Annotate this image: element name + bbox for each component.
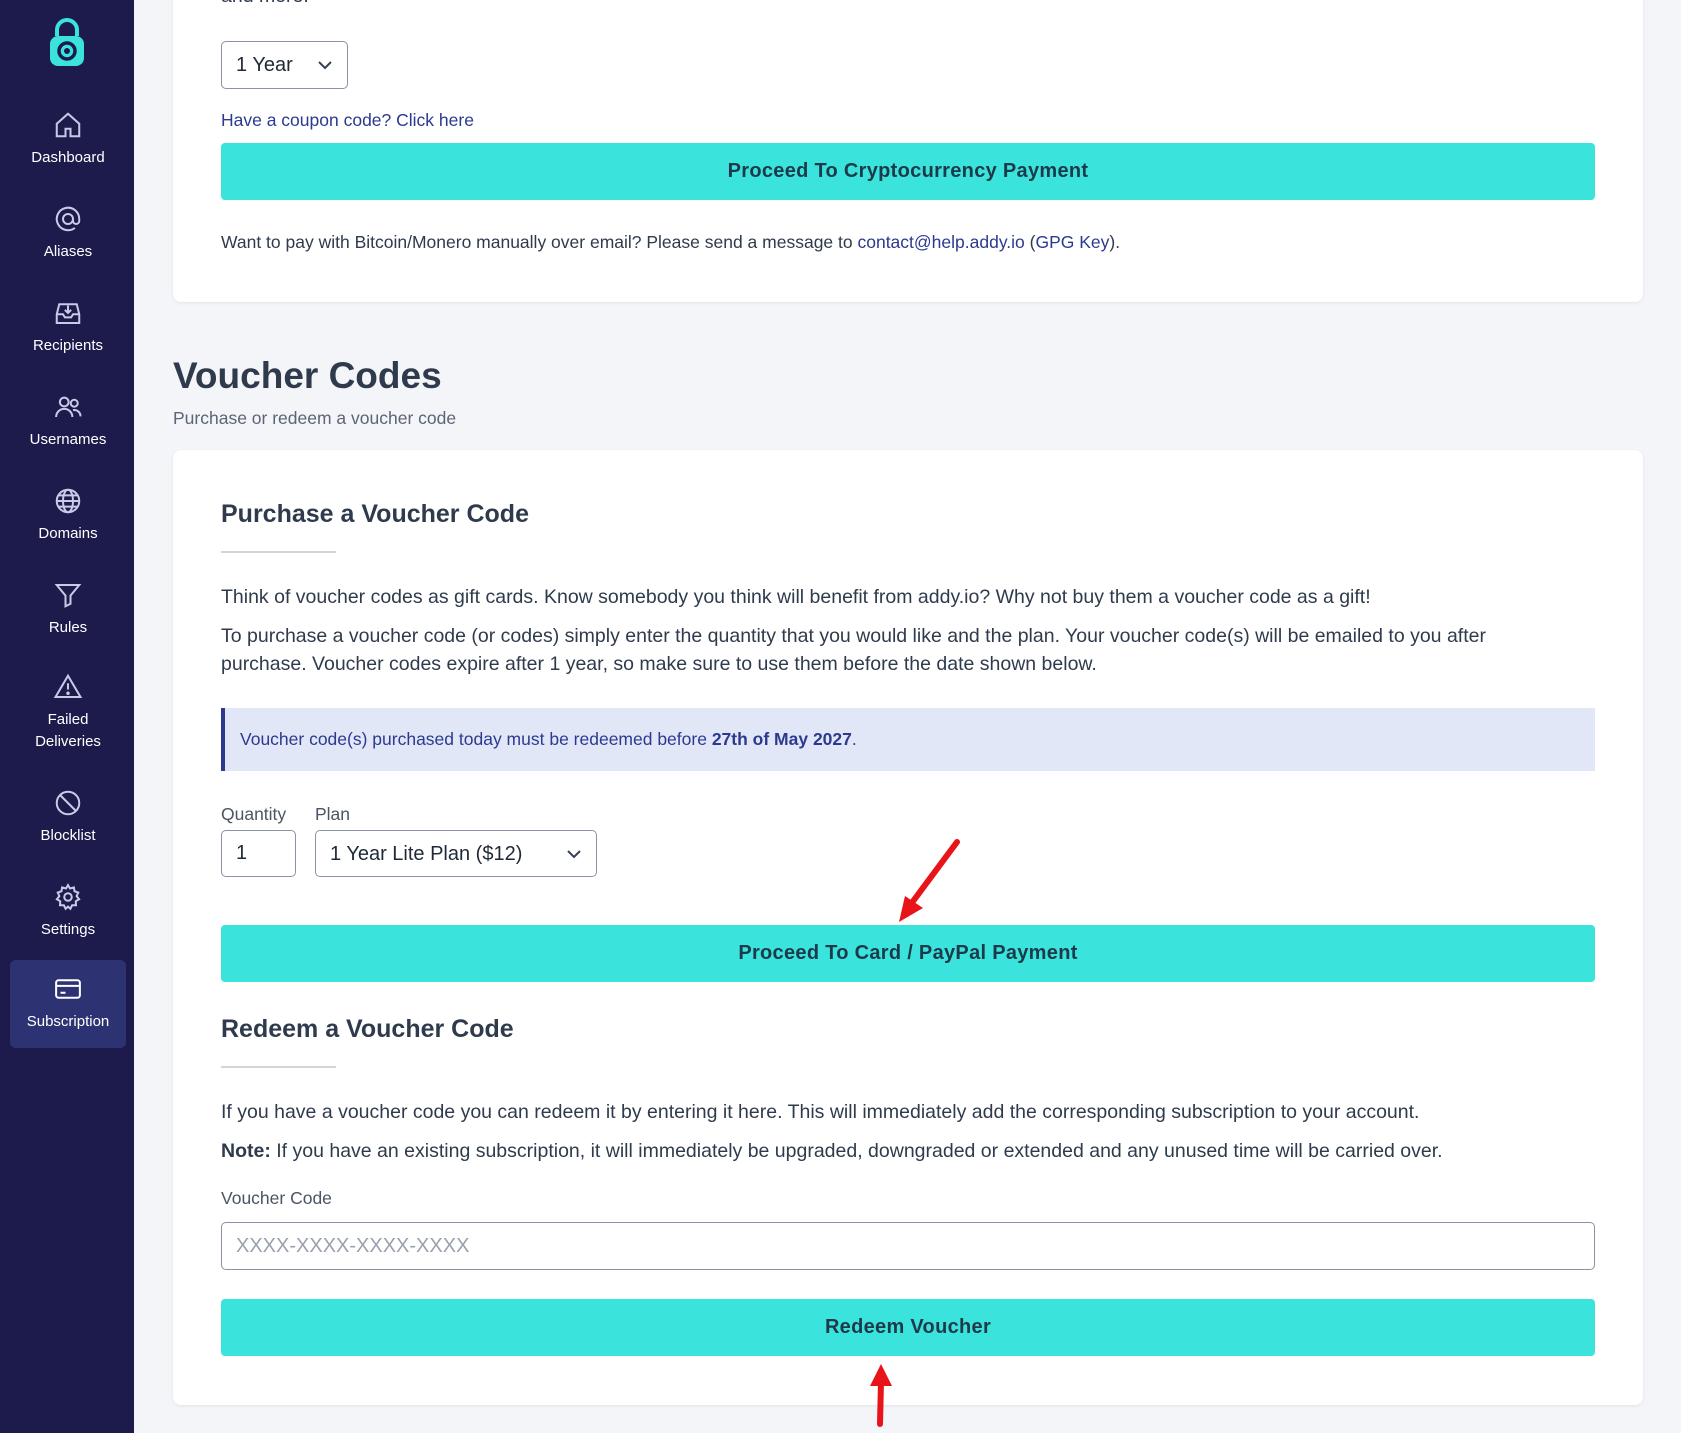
redeem-intro: If you have a voucher code you can redee… <box>221 1101 1420 1123</box>
quantity-input[interactable] <box>221 830 296 877</box>
sidebar-item-label: Subscription <box>26 1013 110 1030</box>
sidebar-item-label: Aliases <box>43 243 93 260</box>
chevron-down-icon <box>318 61 332 70</box>
note-text: If you have an existing subscription, it… <box>270 1140 1443 1162</box>
voucher-code-input[interactable] <box>221 1222 1595 1270</box>
gear-icon <box>55 883 81 911</box>
sidebar-item-label: Usernames <box>29 431 107 448</box>
users-icon <box>55 396 82 418</box>
sidebar-item-recipients[interactable]: Recipients <box>10 288 126 374</box>
paren-open: ( <box>1024 232 1036 252</box>
manual-payment-note: Want to pay with Bitcoin/Monero manually… <box>221 232 1120 253</box>
annotation-arrow-icon <box>870 1364 892 1427</box>
redeem-note: Note: If you have an existing subscripti… <box>221 1137 1443 1165</box>
sidebar-item-blocklist[interactable]: Blocklist <box>10 780 126 866</box>
home-icon <box>55 112 81 138</box>
sidebar-item-failed-deliveries[interactable]: Failed Deliveries <box>10 664 126 764</box>
sidebar-item-label: Failed <box>47 711 89 728</box>
voucher-code-label: Voucher Code <box>221 1188 332 1208</box>
chevron-down-icon <box>567 850 581 859</box>
purchase-heading: Purchase a Voucher Code <box>221 500 529 528</box>
sidebar: Dashboard Aliases Recipients Usernames D… <box>0 0 134 1433</box>
page-subtitle: Purchase or redeem a voucher code <box>173 408 457 428</box>
proceed-card-paypal-button[interactable]: Proceed To Card / PayPal Payment <box>221 925 1595 982</box>
paren-close: ). <box>1109 232 1121 252</box>
sidebar-item-dashboard[interactable]: Dashboard <box>10 100 126 186</box>
purchase-intro: Think of voucher codes as gift cards. Kn… <box>221 586 1371 608</box>
note-label: Note: <box>221 1140 271 1162</box>
sidebar-item-label: Rules <box>48 619 88 636</box>
redeem-heading: Redeem a Voucher Code <box>221 1015 514 1043</box>
notice-text: Voucher code(s) purchased today must be … <box>240 729 712 749</box>
crypto-payment-card: and more. 1 Year Have a coupon code? Cli… <box>173 0 1643 302</box>
sidebar-item-usernames[interactable]: Usernames <box>10 382 126 468</box>
sidebar-item-label: Settings <box>40 921 96 938</box>
notice-end: . <box>851 729 857 749</box>
sidebar-item-aliases[interactable]: Aliases <box>10 194 126 280</box>
filter-icon <box>54 584 82 608</box>
expiry-notice: Voucher code(s) purchased today must be … <box>221 708 1595 771</box>
voucher-card: Purchase a Voucher Code Think of voucher… <box>173 450 1643 1405</box>
duration-select-value: 1 Year <box>236 54 293 76</box>
plan-select-value: 1 Year Lite Plan ($12) <box>330 843 523 865</box>
coupon-link[interactable]: Have a coupon code? Click here <box>221 110 474 131</box>
sidebar-item-settings[interactable]: Settings <box>10 874 126 960</box>
page-title: Voucher Codes <box>173 355 442 396</box>
quantity-label: Quantity <box>221 804 287 824</box>
purchase-instructions-line2: purchase. Voucher codes expire after 1 y… <box>221 653 1097 675</box>
sidebar-item-label: Blocklist <box>40 827 96 844</box>
purchase-instructions-line1: To purchase a voucher code (or codes) si… <box>221 625 1486 647</box>
block-icon <box>55 790 81 816</box>
sidebar-item-label-line2: Deliveries <box>35 733 101 750</box>
sidebar-item-rules[interactable]: Rules <box>10 570 126 656</box>
globe-icon <box>55 488 81 514</box>
at-sign-icon <box>55 206 81 232</box>
manual-payment-text: Want to pay with Bitcoin/Monero manually… <box>221 232 858 252</box>
plan-label: Plan <box>315 804 351 824</box>
expiry-notice-text: Voucher code(s) purchased today must be … <box>240 708 857 771</box>
inbox-download-icon <box>55 303 81 324</box>
sidebar-item-domains[interactable]: Domains <box>10 476 126 562</box>
annotation-arrow-icon <box>899 839 960 922</box>
plan-select[interactable]: 1 Year Lite Plan ($12) <box>315 830 597 877</box>
contact-email-link[interactable]: contact@help.addy.io <box>857 232 1024 252</box>
notice-date: 27th of May 2027 <box>711 729 852 749</box>
redeem-voucher-button[interactable]: Redeem Voucher <box>221 1299 1595 1356</box>
warning-triangle-icon <box>53 673 83 698</box>
sidebar-item-subscription[interactable]: Subscription <box>10 960 126 1048</box>
gpg-key-link[interactable]: GPG Key <box>1035 232 1109 252</box>
addy-logo-icon[interactable] <box>45 16 89 70</box>
divider <box>221 1066 336 1068</box>
proceed-crypto-button[interactable]: Proceed To Cryptocurrency Payment <box>221 143 1595 200</box>
divider <box>221 551 336 553</box>
partial-text: and more. <box>221 0 309 8</box>
sidebar-item-label: Domains <box>38 525 98 542</box>
sidebar-item-label: Dashboard <box>31 149 105 166</box>
duration-select[interactable]: 1 Year <box>221 41 348 89</box>
credit-card-icon <box>55 979 81 999</box>
sidebar-item-label: Recipients <box>32 337 104 354</box>
